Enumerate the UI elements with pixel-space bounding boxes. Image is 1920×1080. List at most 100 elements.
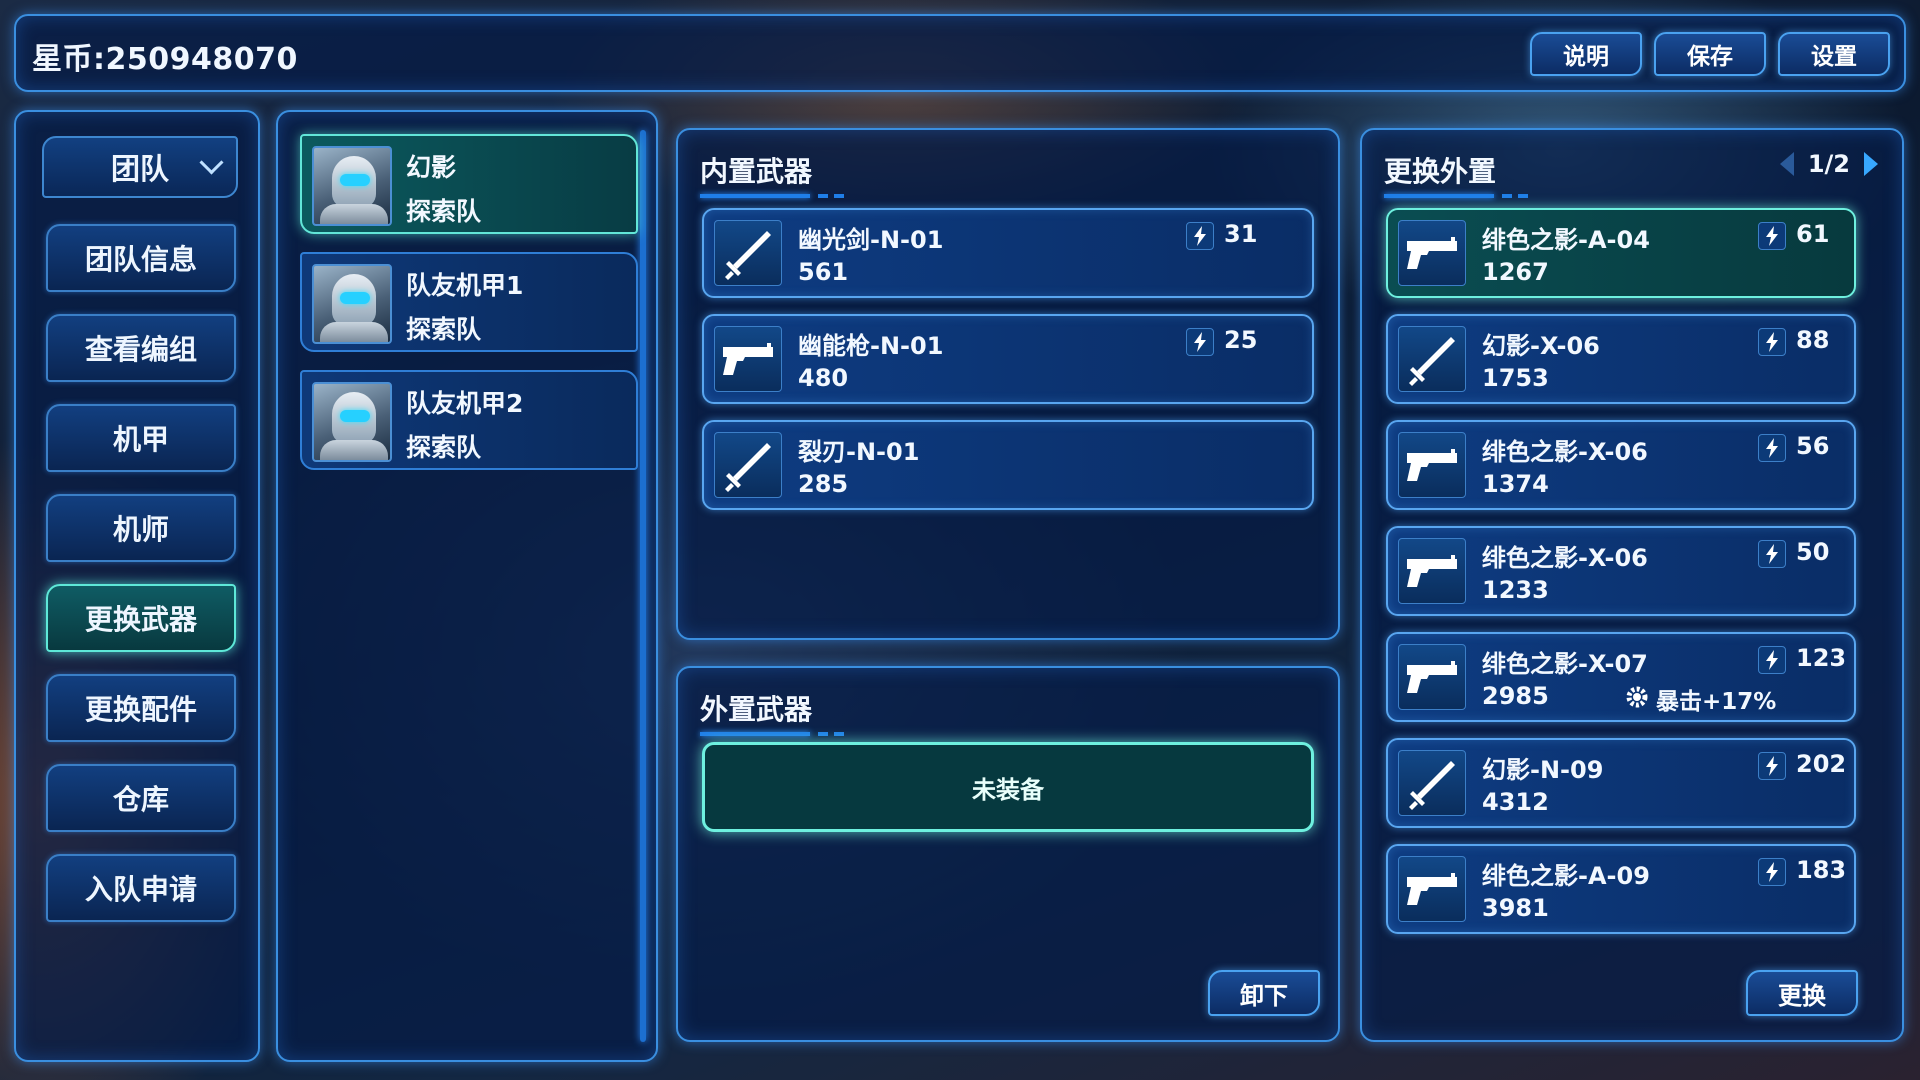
nav-mecha[interactable]: 机甲 [46, 404, 236, 472]
member-card[interactable]: 队友机甲2 探索队 [300, 370, 638, 470]
energy-icon [1758, 328, 1786, 356]
energy-value: 123 [1796, 644, 1847, 672]
gear-icon [1624, 684, 1650, 710]
member-card[interactable]: 幻影 探索队 [300, 134, 638, 234]
weapon-slot[interactable]: 幻影-X-06 1753 88 [1386, 314, 1856, 404]
member-team: 探索队 [406, 315, 482, 344]
external-weapon-slot[interactable]: 未装备 [702, 742, 1314, 832]
weapon-slot[interactable]: 绯色之影-A-04 1267 61 [1386, 208, 1856, 298]
top-bar: 星币:250948070 说明 保存 设置 [14, 14, 1906, 92]
title-underline [700, 732, 810, 736]
weapon-name: 绯色之影-X-07 [1482, 650, 1648, 678]
list-scrollbar[interactable] [640, 130, 646, 1042]
weapon-slot[interactable]: 幽能枪-N-01 480 25 [702, 314, 1314, 404]
weapon-value: 1233 [1482, 576, 1549, 604]
weapon-name: 幽光剑-N-01 [798, 226, 944, 254]
member-name: 队友机甲2 [406, 389, 524, 418]
external-weapons-panel: 外置武器 未装备 卸下 [676, 666, 1340, 1042]
weapon-value: 1267 [1482, 258, 1549, 286]
weapon-name: 裂刃-N-01 [798, 438, 920, 466]
nav-warehouse[interactable]: 仓库 [46, 764, 236, 832]
title-underline-dash [818, 194, 828, 198]
member-name: 幻影 [406, 153, 457, 182]
energy-value: 25 [1224, 326, 1258, 354]
pistol-icon [1398, 432, 1466, 498]
settings-button[interactable]: 设置 [1778, 32, 1890, 76]
energy-value: 50 [1796, 538, 1830, 566]
sword-icon [714, 432, 782, 498]
team-dropdown-label: 团队 [110, 152, 169, 186]
pistol-icon [714, 326, 782, 392]
pistol-icon [1398, 220, 1466, 286]
pistol-icon [1398, 644, 1466, 710]
weapon-slot[interactable]: 绯色之影-X-07 2985 123 暴击+17% [1386, 632, 1856, 722]
panel-title: 更换外置 [1384, 155, 1497, 188]
sword-icon [1398, 750, 1466, 816]
nav-change-parts[interactable]: 更换配件 [46, 674, 236, 742]
star-coin-balance: 星币:250948070 [32, 42, 298, 77]
weapon-name: 幻影-N-09 [1482, 756, 1604, 784]
energy-icon [1758, 222, 1786, 250]
nav-view-formation[interactable]: 查看编组 [46, 314, 236, 382]
nav-change-weapon[interactable]: 更换武器 [46, 584, 236, 652]
prev-page-icon[interactable] [1779, 152, 1794, 176]
unequip-button[interactable]: 卸下 [1208, 970, 1320, 1016]
side-nav: 团队 团队信息 查看编组 机甲 机师 更换武器 更换配件 仓库 入队申请 [14, 110, 260, 1062]
energy-icon [1758, 434, 1786, 462]
replace-button[interactable]: 更换 [1746, 970, 1858, 1016]
energy-value: 61 [1796, 220, 1830, 248]
energy-value: 202 [1796, 750, 1847, 778]
member-card[interactable]: 队友机甲1 探索队 [300, 252, 638, 352]
weapon-value: 1753 [1482, 364, 1549, 392]
save-button[interactable]: 保存 [1654, 32, 1766, 76]
title-underline-dash [1502, 194, 1512, 198]
bonus-text: 暴击+17% [1656, 689, 1777, 715]
nav-join-request[interactable]: 入队申请 [46, 854, 236, 922]
weapon-slot[interactable]: 绯色之影-X-06 1374 56 [1386, 420, 1856, 510]
title-underline-dash [834, 732, 844, 736]
mecha-avatar [312, 146, 392, 226]
weapon-slot[interactable]: 绯色之影-X-06 1233 50 [1386, 526, 1856, 616]
energy-value: 183 [1796, 856, 1847, 884]
pistol-icon [1398, 856, 1466, 922]
mecha-avatar [312, 264, 392, 344]
energy-icon [1186, 328, 1214, 356]
weapon-value: 1374 [1482, 470, 1549, 498]
chevron-down-icon [199, 150, 224, 175]
next-page-icon[interactable] [1864, 152, 1878, 176]
member-name: 队友机甲1 [406, 271, 524, 300]
weapon-name: 幻影-X-06 [1482, 332, 1600, 360]
nav-pilot[interactable]: 机师 [46, 494, 236, 562]
sword-icon [714, 220, 782, 286]
energy-icon [1758, 646, 1786, 674]
unequipped-label: 未装备 [972, 775, 1044, 804]
internal-weapons-panel: 内置武器 幽光剑-N-01 561 31 幽能枪-N-01 480 25 裂刃-N-01 28… [676, 128, 1340, 640]
title-underline-dash [818, 732, 828, 736]
member-team: 探索队 [406, 433, 482, 462]
panel-title: 内置武器 [700, 155, 813, 188]
energy-icon [1758, 752, 1786, 780]
energy-value: 31 [1224, 220, 1258, 248]
weapon-slot[interactable]: 绯色之影-A-09 3981 183 [1386, 844, 1856, 934]
weapon-slot[interactable]: 幽光剑-N-01 561 31 [702, 208, 1314, 298]
weapon-slot[interactable]: 裂刃-N-01 285 [702, 420, 1314, 510]
weapon-name: 幽能枪-N-01 [798, 332, 944, 360]
title-underline-dash [1518, 194, 1528, 198]
team-dropdown[interactable]: 团队 [42, 136, 238, 198]
help-button[interactable]: 说明 [1530, 32, 1642, 76]
weapon-name: 绯色之影-X-06 [1482, 438, 1648, 466]
title-underline [1384, 194, 1494, 198]
title-underline-dash [834, 194, 844, 198]
energy-value: 88 [1796, 326, 1830, 354]
replace-external-panel: 更换外置 1/2 绯色之影-A-04 1267 61 幻影-X-06 1753 88 绯色之… [1360, 128, 1904, 1042]
panel-title: 外置武器 [700, 693, 813, 726]
mecha-avatar [312, 382, 392, 462]
pager: 1/2 [1779, 150, 1878, 178]
weapon-name: 绯色之影-A-04 [1482, 226, 1650, 254]
weapon-value: 480 [798, 364, 849, 392]
weapon-slot[interactable]: 幻影-N-09 4312 202 [1386, 738, 1856, 828]
energy-icon [1186, 222, 1214, 250]
nav-team-info[interactable]: 团队信息 [46, 224, 236, 292]
page-indicator: 1/2 [1807, 150, 1850, 178]
weapon-value: 2985 [1482, 682, 1549, 710]
